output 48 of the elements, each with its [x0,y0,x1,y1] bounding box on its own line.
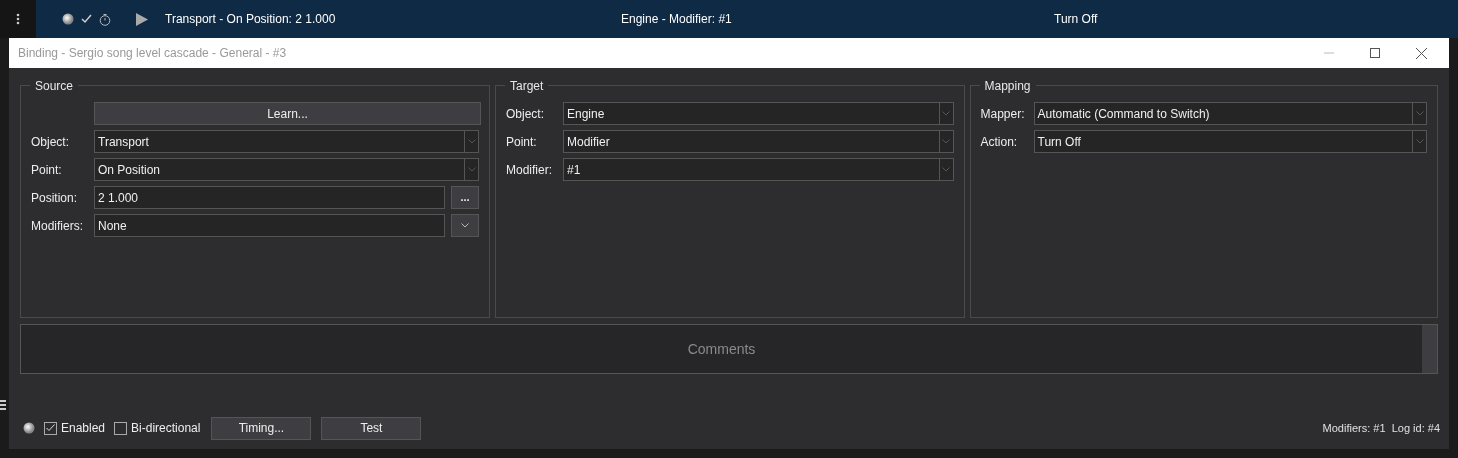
field-label: Modifiers: [31,217,84,235]
input-field[interactable]: None [94,214,445,237]
field-label: Modifier: [506,161,553,179]
field-label: Position: [31,189,79,207]
play-icon[interactable] [135,12,148,26]
status-text: Modifiers: #1 Log id: #4 [1322,420,1440,436]
field-label: Point: [506,133,538,151]
row-text: Turn Off [1054,11,1098,28]
drag-handle-icon[interactable] [16,13,20,25]
browse-button[interactable]: ... [451,186,479,209]
dropdown[interactable]: Automatic (Command to Switch) [1033,102,1427,125]
check-icon [81,14,92,24]
chevron-icon [467,139,476,144]
field-label: Object: [506,105,545,123]
checkbox-label: Enabled [61,420,106,437]
field-label: Object: [31,133,70,151]
chevron-icon [461,223,469,228]
checkbox-label: Bi-directional [131,420,201,437]
chevron-icon [942,139,950,144]
chevron-icon [467,167,476,172]
dropdown[interactable]: Transport [94,130,479,153]
chevron-icon [1415,111,1424,116]
dropdown[interactable]: #1 [563,158,954,181]
dialog-button[interactable]: Timing... [211,416,312,440]
field-label: Mapper: [980,105,1026,123]
binding-row[interactable]: Transport - On Position: 2 1.000 Engine - Modifier: #1 Turn Off [36,0,1458,38]
dropdown[interactable]: Turn Off [1033,130,1427,153]
dialog-button[interactable]: Test [321,416,422,440]
dropdown[interactable]: Engine [563,102,954,125]
row-text: Engine - Modifier: #1 [621,11,733,28]
row-text: Transport - On Position: 2 1.000 [165,11,337,28]
checkbox[interactable] [114,421,128,435]
close-icon[interactable] [1416,47,1427,59]
field-label: Point: [31,161,63,179]
chevron-icon [942,111,950,116]
field-label: Action: [980,133,1019,151]
stopwatch-icon [99,12,111,26]
dropdown[interactable]: On Position [94,158,479,181]
learn-button[interactable]: Learn... [94,102,481,125]
checkbox[interactable] [44,421,57,435]
dropdown[interactable]: Modifier [563,130,954,153]
chevron-icon [1415,139,1424,144]
maximize-icon[interactable] [1370,48,1380,58]
chevron-icon [942,167,950,172]
window-title: Binding - Sergio song level cascade - General - #3 [18,45,287,62]
input-field[interactable]: 2 1.000 [94,186,445,209]
status-light-icon [62,13,74,25]
status-light-icon [23,422,35,434]
